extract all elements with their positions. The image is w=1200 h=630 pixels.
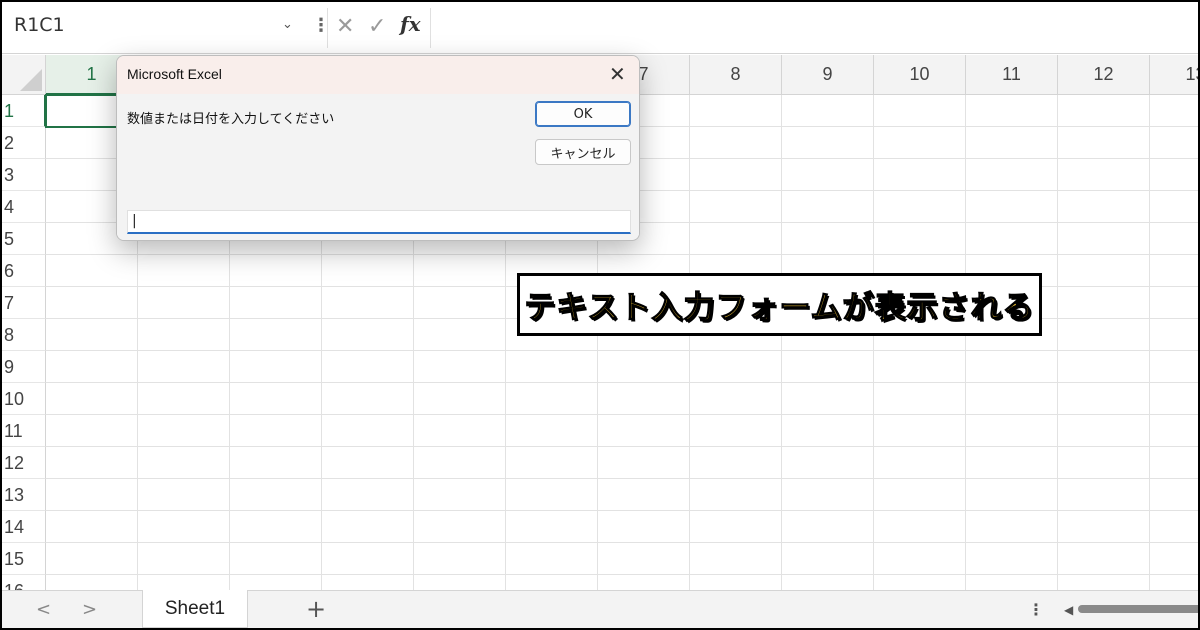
more-vertical-icon[interactable]: ⋮	[1028, 600, 1044, 619]
formula-bar: R1C1 ⌄ ⋮ ✕ ✓ fx	[2, 2, 1198, 54]
ok-button[interactable]: OK	[535, 101, 631, 127]
select-all-triangle-icon	[20, 69, 42, 91]
row-header[interactable]: 15	[2, 543, 46, 575]
row-header[interactable]: 13	[2, 479, 46, 511]
scroll-left-icon[interactable]: ◀	[1064, 603, 1073, 617]
row-header[interactable]: 5	[2, 223, 46, 255]
dialog-text-input[interactable]: |	[127, 210, 631, 234]
divider	[327, 8, 328, 48]
column-header[interactable]: 10	[874, 55, 966, 95]
horizontal-scrollbar-thumb[interactable]	[1078, 605, 1198, 613]
sheet-tab-bar: < > Sheet1 + ⋮ ◀	[2, 590, 1198, 628]
insert-function-button[interactable]: fx	[400, 12, 421, 36]
row-header[interactable]: 12	[2, 447, 46, 479]
row-header[interactable]: 6	[2, 255, 46, 287]
row-header[interactable]: 3	[2, 159, 46, 191]
chevron-right-icon[interactable]: >	[82, 599, 97, 620]
enter-entry-icon[interactable]: ✓	[368, 14, 386, 39]
select-all-corner[interactable]	[2, 55, 46, 95]
dialog-body: 数値または日付を入力してください OK キャンセル |	[117, 94, 639, 240]
divider	[430, 8, 431, 48]
column-header[interactable]: 12	[1058, 55, 1150, 95]
chevron-left-icon[interactable]: <	[36, 599, 51, 620]
row-header[interactable]: 11	[2, 415, 46, 447]
close-icon[interactable]: ✕	[609, 62, 626, 86]
row-header[interactable]: 10	[2, 383, 46, 415]
cancel-button[interactable]: キャンセル	[535, 139, 631, 165]
name-box-value[interactable]: R1C1	[14, 14, 65, 36]
column-header[interactable]: 8	[690, 55, 782, 95]
add-sheet-button[interactable]: +	[306, 595, 326, 623]
column-header[interactable]: 11	[966, 55, 1058, 95]
cancel-entry-icon[interactable]: ✕	[336, 14, 354, 39]
column-header[interactable]: 13	[1150, 55, 1198, 95]
excel-window: R1C1 ⌄ ⋮ ✕ ✓ fx 12345678910111213 123456…	[0, 0, 1200, 630]
input-box-dialog: Microsoft Excel ✕ 数値または日付を入力してください OK キャ…	[116, 55, 640, 241]
row-header[interactable]: 1	[2, 95, 46, 127]
dialog-prompt: 数値または日付を入力してください	[127, 112, 335, 127]
column-header[interactable]: 9	[782, 55, 874, 95]
sheet-tab[interactable]: Sheet1	[142, 590, 248, 628]
row-header[interactable]: 4	[2, 191, 46, 223]
row-header[interactable]: 14	[2, 511, 46, 543]
dialog-titlebar[interactable]: Microsoft Excel ✕	[117, 56, 639, 94]
annotation-callout: テキスト入力フォームが表示される	[517, 273, 1042, 336]
row-header[interactable]: 8	[2, 319, 46, 351]
chevron-down-icon[interactable]: ⌄	[282, 17, 293, 32]
dialog-title: Microsoft Excel	[127, 66, 222, 82]
row-header[interactable]: 2	[2, 127, 46, 159]
row-header[interactable]: 7	[2, 287, 46, 319]
name-box[interactable]: R1C1 ⌄	[2, 2, 302, 54]
annotation-text: テキスト入力フォームが表示される	[524, 289, 1035, 326]
row-header[interactable]: 9	[2, 351, 46, 383]
